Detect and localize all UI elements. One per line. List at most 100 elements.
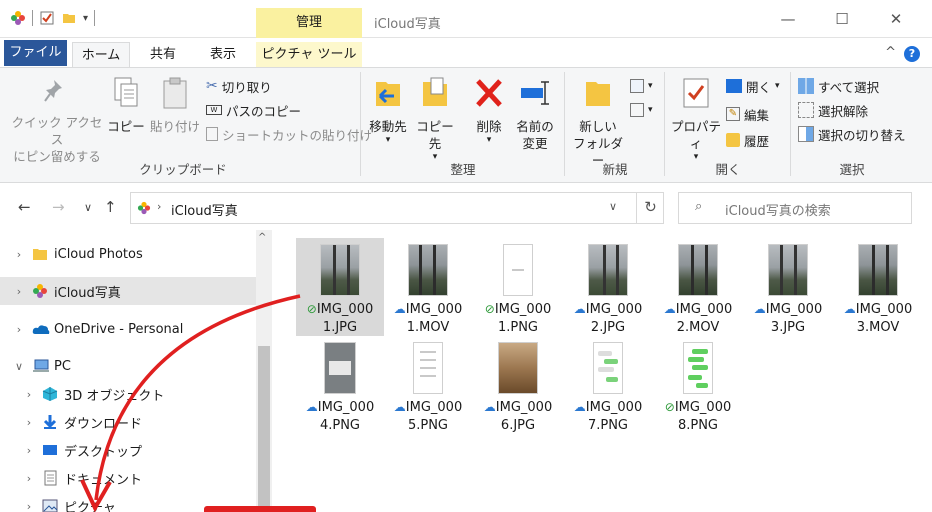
nav-item-desktop[interactable]: › デスクトップ (0, 436, 256, 464)
3d-objects-icon (42, 387, 58, 401)
tab-file[interactable]: ファイル (4, 40, 67, 66)
forward-arrow-icon[interactable]: → (52, 198, 65, 216)
tab-home[interactable]: ホーム (72, 42, 130, 68)
cut-button[interactable]: ✂ 切り取り (206, 76, 272, 96)
expand-chevron-icon[interactable]: › (12, 248, 26, 261)
history-button[interactable]: 履歴 (726, 130, 769, 150)
expand-chevron-icon[interactable]: › (12, 323, 26, 336)
properties-button[interactable]: プロパティ ▾ (668, 76, 724, 162)
collapse-chevron-icon[interactable]: ∨ (12, 360, 26, 373)
nav-label: ピクチャ (64, 500, 116, 512)
expand-chevron-icon[interactable]: › (12, 285, 26, 298)
qat-separator (94, 10, 96, 26)
file-item[interactable]: ☁IMG_000 7.PNG (564, 336, 652, 434)
file-name-line2: 3.MOV (856, 320, 900, 335)
file-item[interactable]: ⊘IMG_000 1.JPG (296, 238, 384, 336)
invert-selection-button[interactable]: 選択の切り替え (798, 124, 906, 144)
nav-item-documents[interactable]: › ドキュメント (0, 464, 256, 492)
delete-button[interactable]: 削除 ▾ (468, 76, 510, 145)
file-list-scrollbar[interactable] (920, 230, 932, 512)
breadcrumb-current[interactable]: iCloud写真 (171, 200, 238, 219)
copy-button[interactable]: コピー (106, 76, 146, 135)
recent-locations-chevron-icon[interactable]: ∨ (84, 201, 92, 214)
edit-button[interactable]: ✎ 編集 (726, 104, 769, 124)
close-icon[interactable]: ✕ (884, 10, 908, 28)
nav-item-pc[interactable]: ∨ PC (0, 352, 256, 380)
paste-shortcut-button[interactable]: ショートカットの貼り付け (206, 124, 372, 144)
expand-chevron-icon[interactable]: › (22, 500, 36, 512)
file-name-line2: 5.PNG (407, 418, 449, 433)
nav-item-downloads[interactable]: › ダウンロード (0, 408, 256, 436)
easy-access-button[interactable]: ▾ (630, 100, 653, 120)
select-all-button[interactable]: すべて選択 (798, 76, 879, 96)
file-item[interactable]: ☁IMG_000 6.JPG (474, 336, 562, 434)
collapse-ribbon-icon[interactable]: ^ (885, 45, 896, 60)
expand-chevron-icon[interactable]: › (22, 388, 36, 401)
open-button[interactable]: 開く ▾ (726, 76, 780, 96)
pin-to-quick-access-button[interactable]: クイック アクセス にピン留めする (10, 76, 104, 165)
up-arrow-icon[interactable]: ↑ (104, 198, 117, 216)
synced-check-icon: ⊘ (664, 400, 675, 414)
minimize-icon[interactable]: — (776, 10, 800, 28)
expand-chevron-icon[interactable]: › (22, 416, 36, 429)
paste-button[interactable]: 貼り付け (148, 76, 202, 135)
new-folder-button[interactable]: 新しい フォルダー (568, 76, 628, 169)
tab-share[interactable]: 共有 (140, 42, 186, 68)
select-none-button[interactable]: 選択解除 (798, 100, 868, 120)
file-item[interactable]: ⊘IMG_000 8.PNG (654, 336, 742, 434)
cloud-status-icon: ☁ (573, 400, 586, 414)
back-arrow-icon[interactable]: ← (18, 198, 31, 216)
edit-pencil-icon: ✎ (726, 107, 740, 121)
refresh-icon[interactable]: ↻ (636, 192, 664, 224)
file-item[interactable]: ☁IMG_000 4.PNG (296, 336, 384, 434)
file-item[interactable]: ☁IMG_000 3.JPG (744, 238, 832, 336)
file-item[interactable]: ☁IMG_000 5.PNG (384, 336, 472, 434)
rename-button[interactable]: 名前の 変更 (512, 76, 558, 152)
file-name-line1: ☁IMG_000 (393, 400, 463, 415)
search-box[interactable]: ⌕ iCloud写真の検索 (678, 192, 912, 224)
icloud-photos-icon (137, 201, 151, 215)
qat-dropdown-icon[interactable]: ▾ (83, 13, 88, 24)
expand-chevron-icon[interactable]: › (22, 444, 36, 457)
nav-item-icloud-shashin[interactable]: › iCloud写真 (0, 277, 256, 305)
copy-path-icon: W (206, 105, 222, 115)
copy-to-button[interactable]: コピー先 ▾ (412, 76, 458, 162)
expand-chevron-icon[interactable]: › (22, 472, 36, 485)
nav-item-onedrive[interactable]: › OneDrive - Personal (0, 315, 256, 343)
copy-path-label: パスのコピー (226, 103, 302, 119)
nav-item-3d-objects[interactable]: › 3D オブジェクト (0, 380, 256, 408)
copy-path-button[interactable]: W パスのコピー (206, 100, 301, 120)
new-item-button[interactable]: ▾ (630, 76, 653, 96)
file-item[interactable]: ⊘IMG_000 1.PNG (474, 238, 562, 336)
breadcrumb-chevron-icon[interactable]: › (157, 200, 161, 213)
maximize-icon[interactable]: ☐ (830, 10, 854, 28)
paste-shortcut-icon (206, 127, 218, 141)
properties-checkbox-icon[interactable] (39, 10, 55, 26)
select-all-icon (798, 78, 814, 94)
scroll-up-arrow-icon[interactable]: ^ (258, 232, 266, 243)
file-name-line2: 6.JPG (500, 418, 536, 433)
file-item[interactable]: ☁IMG_000 3.MOV (834, 238, 922, 336)
help-icon[interactable]: ? (904, 46, 920, 62)
file-item[interactable]: ☁IMG_000 2.JPG (564, 238, 652, 336)
file-name-line2: 3.JPG (770, 320, 806, 335)
group-separator (790, 72, 791, 176)
tab-manage[interactable]: 管理 (256, 8, 362, 38)
pin-icon (44, 80, 62, 102)
nav-item-icloud-photos[interactable]: › iCloud Photos (0, 240, 256, 268)
nav-label: iCloud写真 (54, 285, 121, 301)
file-name-line2: 7.PNG (587, 418, 629, 433)
new-folder-qat-icon[interactable] (61, 10, 77, 26)
move-to-button[interactable]: 移動先 ▾ (366, 76, 410, 145)
icloud-photos-app-icon (11, 11, 25, 25)
tab-picture-tools[interactable]: ピクチャ ツール (256, 42, 362, 68)
file-item[interactable]: ☁IMG_000 1.MOV (384, 238, 472, 336)
address-bar[interactable]: › iCloud写真 ∨ (130, 192, 664, 224)
copy-icon (114, 77, 138, 107)
tab-view[interactable]: 表示 (198, 42, 248, 68)
delete-label: 削除 (476, 119, 502, 134)
file-item[interactable]: ☁IMG_000 2.MOV (654, 238, 742, 336)
address-dropdown-icon[interactable]: ∨ (609, 200, 617, 213)
group-separator (664, 72, 665, 176)
nav-scrollbar-thumb[interactable] (258, 346, 270, 512)
